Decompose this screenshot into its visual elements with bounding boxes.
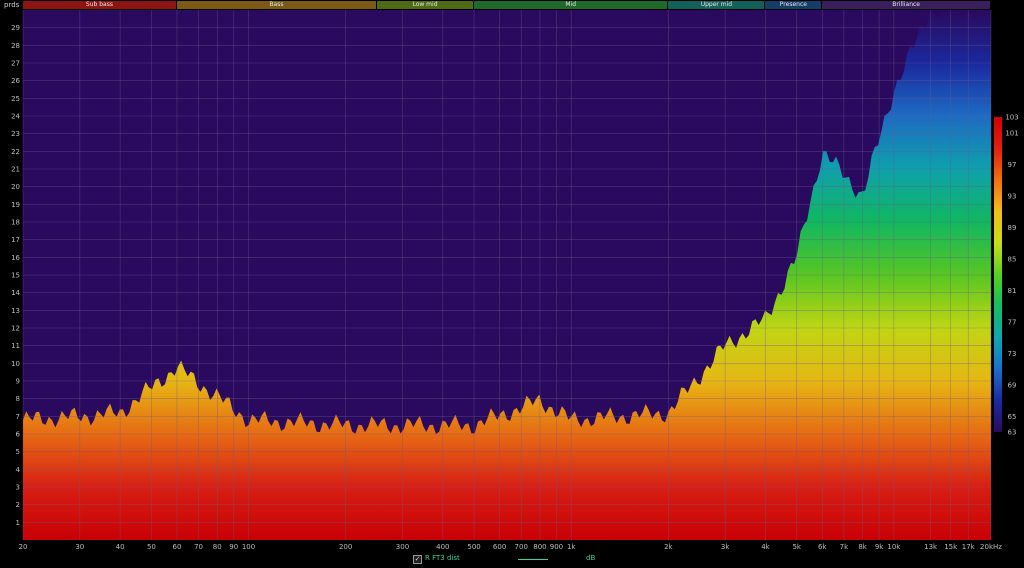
x-tick-label: 900 (550, 543, 563, 551)
y-tick-label: 14 (11, 289, 20, 297)
x-tick-label: 8k (858, 543, 867, 551)
y-tick-label: 22 (11, 148, 20, 156)
x-tick-label: 20 (19, 543, 28, 551)
colorbar-tick-label: 81 (1008, 287, 1017, 295)
colorbar-tick-label: 97 (1008, 161, 1017, 169)
y-tick-label: 12 (11, 325, 20, 333)
colorbar-tick-label: 73 (1008, 350, 1017, 358)
y-tick-label: 17 (11, 236, 20, 244)
y-tick-label: 5 (16, 448, 20, 456)
y-tick-label: 29 (11, 24, 20, 32)
x-tick-label: 800 (533, 543, 546, 551)
y-tick-label: 18 (11, 219, 20, 227)
legend-series-checkbox[interactable]: ✓ (413, 555, 422, 564)
y-tick-label: 3 (16, 484, 20, 492)
legend-unit-label: dB (586, 554, 596, 562)
spectrogram-chart: 20 30 40 50 60 70 80 90 100 200 300 400 500 600 700 800… (11, 10, 1019, 551)
x-tick-label: 2k (664, 543, 673, 551)
x-tick-label: 400 (436, 543, 449, 551)
x-tick-label: 500 (467, 543, 480, 551)
colorbar-tick-label: 65 (1008, 413, 1017, 421)
x-tick-label: 9k (875, 543, 884, 551)
y-tick-label: 1 (16, 519, 20, 527)
colorbar-tick-label: 77 (1008, 318, 1017, 326)
x-tick-label: 4k (761, 543, 770, 551)
x-tick-label: 15k (944, 543, 958, 551)
y-tick-label: 9 (16, 378, 20, 386)
x-tick-label: 60 (172, 543, 181, 551)
x-tick-label: 300 (396, 543, 409, 551)
y-tick-label: 19 (11, 201, 20, 209)
x-tick-label: 20kHz (980, 543, 1002, 551)
colorbar-tick-label: 101 (1005, 129, 1018, 137)
legend-series-label[interactable]: R FT3 dist (425, 554, 460, 562)
x-tick-label: 17k (962, 543, 976, 551)
y-tick-label: 11 (11, 342, 20, 350)
y-tick-label: 26 (11, 77, 20, 85)
y-tick-label: 24 (11, 113, 20, 121)
colorbar-gradient (994, 117, 1002, 432)
colorbar-tick-label: 85 (1008, 255, 1017, 263)
x-axis-ticks: 20 30 40 50 60 70 80 90 100 200 300 400 500 600 700 800… (19, 543, 1003, 551)
colorbar: 63 65 69 73 77 81 85 89 93 97 101 103 (994, 114, 1019, 437)
legend (0, 552, 1024, 566)
x-tick-label: 90 (229, 543, 238, 551)
y-tick-label: 23 (11, 130, 20, 138)
x-tick-label: 600 (493, 543, 506, 551)
x-tick-label: 100 (242, 543, 255, 551)
y-tick-label: 7 (16, 413, 20, 421)
y-tick-label: 6 (16, 431, 21, 439)
colorbar-tick-label: 89 (1008, 224, 1017, 232)
x-tick-label: 50 (147, 543, 156, 551)
colorbar-tick-label: 69 (1008, 381, 1017, 389)
y-tick-label: 21 (11, 166, 20, 174)
y-axis-ticks: 1234567891011121314151617181920212223242… (11, 24, 20, 527)
legend-line-swatch (518, 559, 548, 560)
colorbar-tick-label: 103 (1005, 114, 1018, 122)
y-tick-label: 10 (11, 360, 20, 368)
y-tick-label: 25 (11, 95, 20, 103)
y-tick-label: 4 (16, 466, 21, 474)
x-tick-label: 70 (194, 543, 203, 551)
y-tick-label: 27 (11, 60, 20, 68)
y-tick-label: 13 (11, 307, 20, 315)
colorbar-tick-label: 93 (1008, 192, 1017, 200)
x-tick-label: 10k (887, 543, 901, 551)
x-tick-label: 30 (75, 543, 84, 551)
y-tick-label: 16 (11, 254, 20, 262)
x-tick-label: 80 (213, 543, 222, 551)
y-tick-label: 8 (16, 395, 20, 403)
y-tick-label: 15 (11, 272, 20, 280)
y-tick-label: 28 (11, 42, 20, 50)
x-tick-label: 7k (840, 543, 849, 551)
x-tick-label: 3k (721, 543, 730, 551)
x-tick-label: 40 (116, 543, 125, 551)
y-tick-label: 20 (11, 183, 20, 191)
colorbar-tick-label: 63 (1008, 429, 1017, 437)
x-tick-label: 6k (818, 543, 827, 551)
x-tick-label: 1k (567, 543, 576, 551)
x-tick-label: 200 (339, 543, 352, 551)
x-tick-label: 13k (924, 543, 938, 551)
x-tick-label: 700 (515, 543, 528, 551)
x-tick-label: 5k (792, 543, 801, 551)
y-tick-label: 2 (16, 501, 20, 509)
